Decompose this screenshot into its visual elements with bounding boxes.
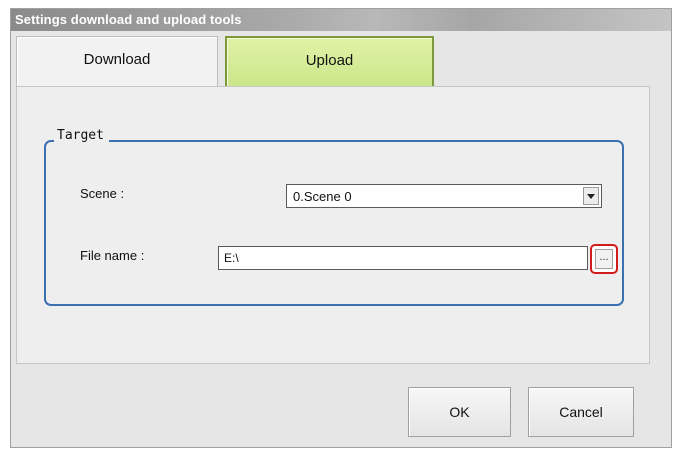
tab-upload[interactable]: Upload <box>225 36 434 86</box>
window-title: Settings download and upload tools <box>15 12 242 27</box>
target-group-legend: Target <box>54 128 109 143</box>
ok-button[interactable]: OK <box>408 387 511 437</box>
scene-select[interactable]: 0.Scene 0 <box>286 184 602 208</box>
tab-download[interactable]: Download <box>16 36 218 86</box>
target-group <box>44 140 624 306</box>
scene-select-value: 0.Scene 0 <box>293 189 352 204</box>
browse-ellipsis-icon: ... <box>595 249 613 269</box>
browse-button[interactable]: ... <box>590 244 618 274</box>
scene-label: Scene : <box>80 186 125 201</box>
chevron-down-icon[interactable] <box>583 187 599 205</box>
cancel-button[interactable]: Cancel <box>528 387 634 437</box>
file-name-field[interactable]: E:\ <box>218 246 588 270</box>
file-name-label: File name : <box>80 248 145 263</box>
title-bar: Settings download and upload tools <box>11 9 671 31</box>
